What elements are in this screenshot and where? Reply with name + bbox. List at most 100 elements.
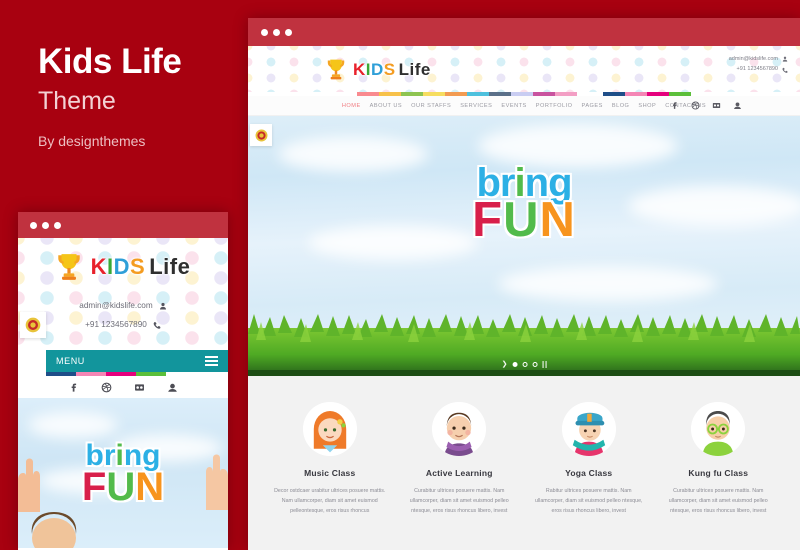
trophy-icon bbox=[327, 59, 345, 79]
class-card[interactable]: Yoga Class Rabitur ultrices posuere matt… bbox=[527, 402, 651, 550]
phone-icon bbox=[153, 322, 161, 330]
mobile-browser-mockup: KIDS Life admin@kidslife.com +91 12345678… bbox=[18, 212, 228, 550]
mobile-menu-label: MENU bbox=[56, 356, 85, 366]
slider-dot-2[interactable] bbox=[522, 362, 528, 367]
mobile-hero-headline: bring FUN bbox=[18, 441, 228, 509]
child-head-graphic bbox=[31, 512, 77, 548]
slider-dot-3[interactable] bbox=[532, 362, 538, 367]
nav-item-about-us[interactable]: ABOUT US bbox=[370, 103, 403, 109]
site-header: KIDS Life admin@kidslife.com +91 12345678… bbox=[248, 46, 800, 92]
boy-glasses-avatar bbox=[691, 402, 746, 456]
mobile-window-controls[interactable] bbox=[30, 221, 61, 229]
nav-item-services[interactable]: SERVICES bbox=[460, 103, 492, 109]
girl-avatar bbox=[302, 402, 357, 456]
hero-slider: bring FUN ❯ bbox=[248, 116, 800, 376]
mobile-social-links bbox=[18, 376, 228, 398]
header-phone-row[interactable]: +91 1234567890 bbox=[729, 64, 788, 74]
page-title: Kids Life bbox=[38, 42, 182, 81]
screenshot-stage: Kids Life Theme By designthemes KIDS Lif… bbox=[0, 0, 800, 550]
mobile-hero-slider: bring FUN bbox=[18, 398, 228, 548]
dribbble-icon[interactable] bbox=[101, 382, 112, 393]
window-minimize-dot[interactable] bbox=[273, 28, 280, 36]
hamburger-icon[interactable] bbox=[205, 356, 218, 366]
mobile-site-logo[interactable]: KIDS Life bbox=[18, 252, 228, 282]
class-cards-section: Music Class Decor ostdcaer urabitur ultr… bbox=[248, 376, 800, 550]
mobile-site-header: KIDS Life admin@kidslife.com +91 12345678… bbox=[18, 238, 228, 350]
nav-item-home[interactable]: HOME bbox=[342, 103, 361, 109]
header-phone: +91 1234567890 bbox=[736, 66, 778, 73]
dribbble-icon[interactable] bbox=[691, 101, 700, 110]
user-icon bbox=[782, 56, 788, 62]
cloud-decoration bbox=[498, 266, 718, 302]
desktop-browser-mockup: KIDS Life admin@kidslife.com +91 12345678… bbox=[248, 18, 800, 550]
mobile-phone: +91 1234567890 bbox=[85, 319, 147, 329]
card-body: Decor ostdcaer urabitur ultrices posuere… bbox=[274, 488, 386, 514]
hero-headline: bring FUN bbox=[248, 163, 800, 247]
card-body: Curabitur ultrices posuere mattis. Nam u… bbox=[409, 488, 509, 514]
chevron-right-icon[interactable]: ❯ bbox=[502, 361, 508, 368]
pause-icon[interactable] bbox=[542, 361, 547, 368]
window-maximize-dot[interactable] bbox=[285, 28, 292, 36]
girl-hat-avatar bbox=[561, 402, 616, 456]
mobile-email-row[interactable]: admin@kidslife.com bbox=[18, 297, 228, 316]
class-card[interactable]: Active Learning Curabitur ultrices posue… bbox=[398, 402, 522, 550]
card-title: Yoga Class bbox=[565, 468, 613, 478]
header-email: admin@kidslife.com bbox=[728, 56, 778, 62]
nav-item-portfolio[interactable]: PORTFOLIO bbox=[536, 103, 573, 109]
phone-icon bbox=[782, 67, 788, 73]
award-badge[interactable] bbox=[250, 124, 272, 146]
nav-item-shop[interactable]: SHOP bbox=[638, 103, 656, 109]
mobile-color-stripe bbox=[46, 372, 166, 376]
nav-item-blog[interactable]: BLOG bbox=[612, 103, 630, 109]
mobile-menu-bar[interactable]: MENU bbox=[46, 350, 228, 372]
pinterest-icon[interactable] bbox=[167, 382, 178, 393]
logo-wordmark: KIDS Life bbox=[353, 59, 431, 79]
pinterest-icon[interactable] bbox=[733, 101, 742, 110]
header-contact-info: admin@kidslife.com +91 1234567890 bbox=[729, 54, 788, 75]
mobile-stripe-segment bbox=[136, 372, 166, 376]
boy-scarf-avatar bbox=[432, 402, 487, 456]
cloud-decoration bbox=[28, 412, 118, 438]
slider-dot-1[interactable] bbox=[512, 362, 518, 367]
main-navigation: HOME ABOUT US OUR STAFFS SERVICES EVENTS… bbox=[248, 96, 800, 116]
header-email-row[interactable]: admin@kidslife.com bbox=[729, 54, 788, 64]
promo-author: By designthemes bbox=[38, 132, 146, 149]
mobile-hero-line-2: FUN bbox=[81, 464, 165, 509]
award-seal-icon bbox=[25, 317, 41, 333]
card-title: Active Learning bbox=[425, 468, 493, 478]
mobile-logo-wordmark: KIDS Life bbox=[90, 254, 191, 279]
card-body: Rabitur ultrices posuere mattis. Nam ull… bbox=[535, 488, 643, 514]
flickr-icon[interactable] bbox=[134, 382, 145, 393]
mobile-phone-row[interactable]: +91 1234567890 bbox=[18, 316, 228, 335]
promo-panel: Kids Life Theme By designthemes bbox=[38, 42, 238, 149]
class-card[interactable]: Kung fu Class Curabitur ultrices posuere… bbox=[657, 402, 781, 550]
card-title: Kung fu Class bbox=[688, 468, 749, 478]
window-close-dot[interactable] bbox=[261, 28, 268, 36]
card-body: Curabitur ultrices posuere mattis. Nam u… bbox=[668, 488, 768, 514]
desktop-window-titlebar bbox=[248, 18, 800, 46]
header-social-links bbox=[670, 101, 742, 110]
window-controls[interactable] bbox=[261, 28, 292, 36]
class-card[interactable]: Music Class Decor ostdcaer urabitur ultr… bbox=[268, 402, 392, 550]
mobile-contact-info: admin@kidslife.com +91 1234567890 bbox=[18, 297, 228, 335]
mobile-stripe-segment bbox=[46, 372, 76, 376]
nav-item-events[interactable]: EVENTS bbox=[501, 103, 526, 109]
slider-controls[interactable]: ❯ bbox=[502, 361, 547, 368]
mobile-award-badge[interactable] bbox=[20, 312, 46, 338]
mobile-window-titlebar bbox=[18, 212, 228, 238]
mobile-window-maximize-dot[interactable] bbox=[54, 221, 61, 229]
hero-line-2: FUN bbox=[472, 193, 576, 247]
trophy-icon bbox=[57, 254, 80, 280]
nav-item-pages[interactable]: PAGES bbox=[582, 103, 603, 109]
facebook-icon[interactable] bbox=[670, 101, 679, 110]
facebook-icon[interactable] bbox=[68, 382, 79, 393]
flickr-icon[interactable] bbox=[712, 101, 721, 110]
mobile-window-close-dot[interactable] bbox=[30, 221, 37, 229]
mobile-window-minimize-dot[interactable] bbox=[42, 221, 49, 229]
promo-subtitle: Theme bbox=[38, 86, 116, 115]
mobile-stripe-segment bbox=[106, 372, 136, 376]
award-seal-icon bbox=[255, 129, 267, 141]
site-logo[interactable]: KIDS Life bbox=[326, 58, 431, 81]
nav-item-our-staffs[interactable]: OUR STAFFS bbox=[411, 103, 451, 109]
card-title: Music Class bbox=[304, 468, 356, 478]
